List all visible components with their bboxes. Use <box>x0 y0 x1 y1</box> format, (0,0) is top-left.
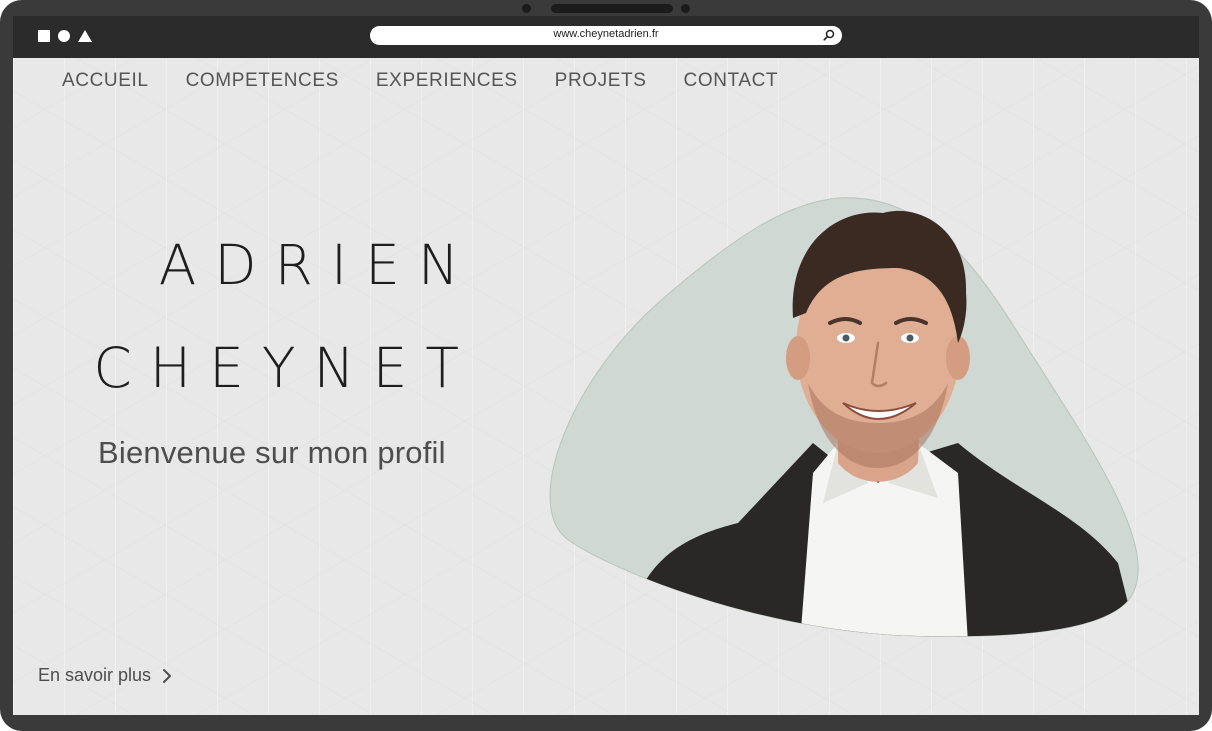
circle-icon[interactable] <box>58 30 70 42</box>
hero-last-name: CHEYNET <box>93 336 477 400</box>
search-icon[interactable] <box>823 29 835 41</box>
triangle-icon[interactable] <box>78 30 92 42</box>
page-viewport: ACCUEIL COMPETENCES EXPERIENCES PROJETS … <box>13 58 1199 715</box>
url-text: www.cheynetadrien.fr <box>553 28 659 40</box>
chevron-right-icon <box>163 668 172 683</box>
main-nav: ACCUEIL COMPETENCES EXPERIENCES PROJETS … <box>62 70 778 92</box>
camera-dot-right <box>681 4 690 13</box>
browser-topbar: www.cheynetadrien.fr <box>13 16 1199 58</box>
device-frame: www.cheynetadrien.fr ACCUEIL COMPETENCES… <box>0 0 1212 731</box>
camera-slot <box>551 4 673 13</box>
profile-portrait <box>549 197 1139 637</box>
nav-item-contact[interactable]: CONTACT <box>684 70 779 92</box>
hero-welcome-text: Bienvenue sur mon profil <box>98 435 446 470</box>
learn-more-link[interactable]: En savoir plus <box>38 665 173 686</box>
camera-bar <box>0 0 1212 16</box>
nav-item-competences[interactable]: COMPETENCES <box>186 70 339 92</box>
nav-item-accueil[interactable]: ACCUEIL <box>62 70 149 92</box>
address-bar[interactable]: www.cheynetadrien.fr <box>370 26 842 45</box>
window-controls <box>38 30 92 42</box>
learn-more-label: En savoir plus <box>38 665 152 685</box>
nav-item-projets[interactable]: PROJETS <box>555 70 647 92</box>
camera-dot-left <box>522 4 531 13</box>
nav-item-experiences[interactable]: EXPERIENCES <box>376 70 518 92</box>
hero-first-name: ADRIEN <box>158 233 477 297</box>
square-icon[interactable] <box>38 30 50 42</box>
